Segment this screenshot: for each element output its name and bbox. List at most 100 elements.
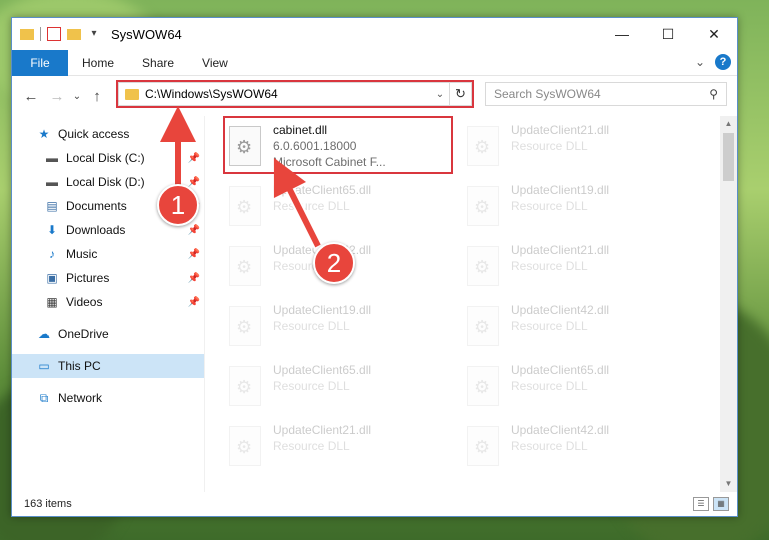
music-icon: ♪ xyxy=(49,247,55,261)
back-button[interactable]: ← xyxy=(18,88,44,105)
file-tile[interactable]: cabinet.dll 6.0.6001.18000 Microsoft Cabin… xyxy=(227,120,457,176)
pin-icon[interactable]: 📌 xyxy=(188,273,200,284)
file-tile[interactable]: UpdateClient65.dll Resource DLL xyxy=(465,360,695,416)
file-name: UpdateClient21.dll xyxy=(511,243,610,257)
sidebar-item-onedrive[interactable]: ☁ OneDrive xyxy=(12,322,204,346)
details-view-icon[interactable]: ☰ xyxy=(693,497,709,511)
nav-label: Network xyxy=(58,391,103,405)
pin-icon[interactable]: 📌 xyxy=(188,225,200,236)
refresh-button[interactable]: ↻ xyxy=(449,83,471,105)
dll-file-icon xyxy=(229,186,261,226)
file-text: UpdateClient19.dll Resource DLL xyxy=(273,300,371,334)
file-name: UpdateClient42.dll xyxy=(511,303,610,317)
file-name: UpdateClient65.dll xyxy=(273,183,372,197)
tab-share[interactable]: Share xyxy=(128,50,188,76)
address-dropdown-icon[interactable]: ⌄ xyxy=(431,89,449,100)
file-tile[interactable]: UpdateClient21.dll Resource DLL xyxy=(465,240,695,296)
file-tile[interactable]: UpdateClient21.dll Resource DLL xyxy=(227,420,457,476)
dll-file-icon xyxy=(229,426,261,466)
address-row: ← → ⌄ ↑ C:\Windows\SysWOW64 ⌄ ↻ Search S… xyxy=(12,76,737,116)
file-name: UpdateClient65.dll xyxy=(273,363,372,377)
properties-icon[interactable] xyxy=(47,27,61,41)
customize-toolbar-icon[interactable]: ▾ xyxy=(87,27,101,41)
title-bar: ▾ SysWOW64 — ☐ ✕ xyxy=(12,18,737,50)
tab-home[interactable]: Home xyxy=(68,50,128,76)
pin-icon[interactable]: 📌 xyxy=(188,177,200,188)
sidebar-item-network[interactable]: ⧉ Network xyxy=(12,386,204,410)
pin-icon[interactable]: 📌 xyxy=(188,297,200,308)
address-path[interactable]: C:\Windows\SysWOW64 xyxy=(145,87,431,101)
search-icon[interactable]: ⚲ xyxy=(709,87,718,101)
file-text: UpdateClient65.dll Resource DLL xyxy=(511,360,609,394)
dll-file-icon xyxy=(229,246,261,286)
vertical-scrollbar[interactable]: ▲ ▼ xyxy=(720,116,737,492)
file-tile[interactable]: UpdateClient42.dll Resource DLL xyxy=(465,300,695,356)
expand-ribbon-icon[interactable]: ⌄ xyxy=(695,55,705,69)
maximize-button[interactable]: ☐ xyxy=(645,18,691,50)
close-button[interactable]: ✕ xyxy=(691,18,737,50)
explorer-window: ▾ SysWOW64 — ☐ ✕ File Home Share View ⌄ … xyxy=(11,17,738,517)
nav-label: Documents xyxy=(66,199,127,213)
file-text: UpdateClient21.dll Resource DLL xyxy=(511,120,609,154)
nav-label: Music xyxy=(66,247,98,261)
up-button[interactable]: ↑ xyxy=(84,88,110,105)
sidebar-item-videos[interactable]: ▦ Videos 📌 xyxy=(12,290,204,314)
scroll-thumb[interactable] xyxy=(723,133,734,181)
computer-icon: ▭ xyxy=(38,359,50,373)
nav-label: Pictures xyxy=(66,271,110,285)
file-tile[interactable]: UpdateClient65.dll Resource DLL xyxy=(227,360,457,416)
nav-label: This PC xyxy=(58,359,101,373)
file-tile[interactable]: UpdateClient19.dll Resource DLL xyxy=(227,300,457,356)
file-text: UpdateClient42.dll Resource DLL xyxy=(511,300,609,334)
file-name: UpdateClient42.dll xyxy=(511,423,610,437)
sidebar-item-this-pc[interactable]: ▭ This PC xyxy=(12,354,204,378)
onedrive-icon: ☁ xyxy=(38,327,50,341)
pictures-icon: ▣ xyxy=(46,271,58,285)
minimize-button[interactable]: — xyxy=(599,18,645,50)
file-detail: 6.0.6001.18000 xyxy=(273,139,357,153)
file-text: UpdateClient65.dll Resource DLL xyxy=(273,360,371,394)
sidebar-item-quick-access[interactable]: ★ Quick access xyxy=(12,122,204,146)
forward-button[interactable]: → xyxy=(44,88,70,105)
sidebar-item-pictures[interactable]: ▣ Pictures 📌 xyxy=(12,266,204,290)
file-detail: Resource DLL xyxy=(511,319,588,333)
downloads-icon: ⬇ xyxy=(46,223,58,237)
recent-locations-button[interactable]: ⌄ xyxy=(70,91,84,102)
file-name: UpdateClient21.dll xyxy=(511,123,610,137)
sidebar-item-music[interactable]: ♪ Music 📌 xyxy=(12,242,204,266)
address-bar[interactable]: C:\Windows\SysWOW64 ⌄ ↻ xyxy=(118,82,472,106)
file-detail: Resource DLL xyxy=(273,439,350,453)
drive-icon: ▬ xyxy=(46,151,58,165)
status-bar: 163 items ☰ ▦ xyxy=(12,492,737,516)
new-folder-icon[interactable] xyxy=(67,28,81,40)
item-count: 163 items xyxy=(24,498,72,510)
view-buttons: ☰ ▦ xyxy=(693,497,729,511)
file-name: UpdateClient19.dll xyxy=(511,183,610,197)
tab-view[interactable]: View xyxy=(188,50,242,76)
file-name: UpdateClient65.dll xyxy=(511,363,610,377)
help-icon[interactable]: ? xyxy=(715,54,731,70)
pin-icon[interactable]: 📌 xyxy=(188,249,200,260)
file-tile[interactable]: UpdateClient21.dll Resource DLL xyxy=(465,120,695,176)
search-input[interactable]: Search SysWOW64 ⚲ xyxy=(485,82,727,106)
pin-icon[interactable]: 📌 xyxy=(188,153,200,164)
file-tile[interactable]: UpdateClient42.dll Resource DLL xyxy=(465,420,695,476)
tab-file[interactable]: File xyxy=(12,49,68,76)
file-description: Microsoft Cabinet F... xyxy=(273,155,386,169)
sidebar-item-local-disk-c[interactable]: ▬ Local Disk (C:) 📌 xyxy=(12,146,204,170)
file-tile[interactable]: UpdateClient19.dll Resource DLL xyxy=(465,180,695,236)
tiles-view-icon[interactable]: ▦ xyxy=(713,497,729,511)
dll-file-icon xyxy=(467,246,499,286)
scroll-up-icon[interactable]: ▲ xyxy=(720,116,737,132)
navigation-pane: ★ Quick access ▬ Local Disk (C:) 📌 ▬ Local Dis… xyxy=(12,116,205,492)
file-detail: Resource DLL xyxy=(511,199,588,213)
file-tile[interactable]: UpdateClient65.dll Resource DLL xyxy=(227,180,457,236)
scroll-down-icon[interactable]: ▼ xyxy=(720,476,737,492)
ribbon-tabs: File Home Share View ⌄ ? xyxy=(12,49,737,76)
dll-file-icon xyxy=(467,306,499,346)
dll-file-icon xyxy=(467,126,499,166)
file-text: UpdateClient65.dll Resource DLL xyxy=(273,180,371,214)
main-pane: ★ Quick access ▬ Local Disk (C:) 📌 ▬ Local Dis… xyxy=(12,116,737,492)
